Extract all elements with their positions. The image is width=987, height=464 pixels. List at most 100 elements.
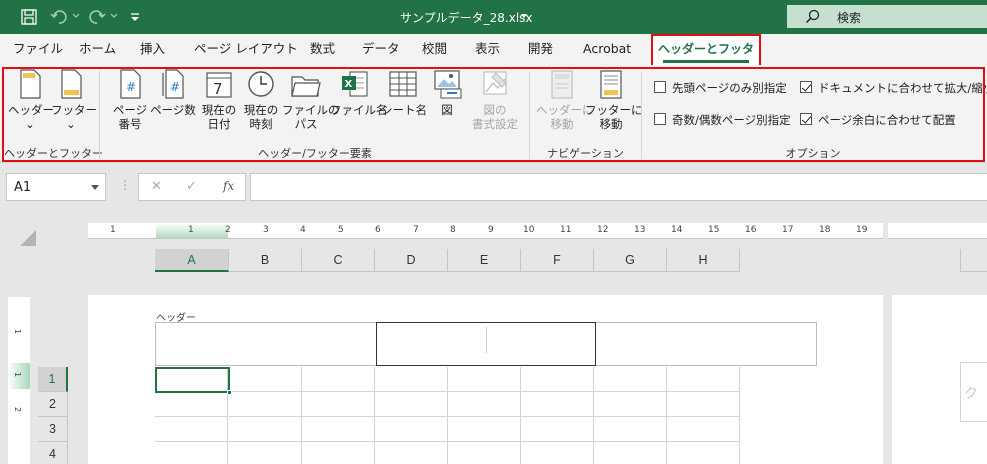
tab-data[interactable]: データ bbox=[362, 34, 400, 65]
tab-formulas[interactable]: 数式 bbox=[310, 34, 335, 65]
cell[interactable] bbox=[229, 417, 302, 442]
cell[interactable] bbox=[375, 442, 448, 464]
redo-dropdown-icon[interactable] bbox=[110, 12, 118, 20]
tab-acrobat[interactable]: Acrobat bbox=[583, 34, 631, 65]
current-time-button[interactable]: 現在の 時刻 bbox=[240, 69, 282, 131]
cell[interactable] bbox=[521, 417, 594, 442]
folder-icon bbox=[291, 76, 321, 97]
picture-button[interactable]: 図 bbox=[428, 69, 466, 117]
customize-toolbar-icon[interactable] bbox=[126, 8, 144, 26]
tab-view[interactable]: 表示 bbox=[475, 34, 500, 65]
column-header-b[interactable]: B bbox=[229, 249, 302, 272]
cell[interactable] bbox=[448, 367, 521, 392]
cell[interactable] bbox=[302, 442, 375, 464]
cell[interactable] bbox=[594, 367, 667, 392]
goto-footer-button[interactable]: フッターに 移動 bbox=[585, 69, 643, 131]
page-count-button[interactable]: # ページ数 bbox=[150, 69, 196, 117]
cell[interactable] bbox=[594, 442, 667, 464]
cell[interactable] bbox=[594, 417, 667, 442]
cell[interactable] bbox=[521, 367, 594, 392]
row-header-3[interactable]: 3 bbox=[38, 417, 68, 442]
column-header-e[interactable]: E bbox=[448, 249, 521, 272]
cell[interactable] bbox=[667, 367, 740, 392]
cell[interactable] bbox=[375, 417, 448, 442]
row-header-2[interactable]: 2 bbox=[38, 392, 68, 417]
group-separator bbox=[641, 71, 642, 159]
column-header-g[interactable]: G bbox=[594, 249, 667, 272]
checkbox-scale-with-document[interactable] bbox=[800, 81, 812, 93]
cell[interactable] bbox=[375, 367, 448, 392]
cell[interactable] bbox=[302, 392, 375, 417]
cell[interactable] bbox=[521, 442, 594, 464]
column-header-a[interactable]: A bbox=[155, 249, 229, 272]
cancel-icon[interactable]: ✕ bbox=[151, 179, 162, 194]
format-picture-button[interactable]: 図の 書式設定 bbox=[470, 69, 520, 131]
cell[interactable] bbox=[448, 392, 521, 417]
fill-handle[interactable] bbox=[227, 390, 232, 395]
name-box-dropdown-icon[interactable] bbox=[91, 185, 99, 190]
cell[interactable] bbox=[594, 392, 667, 417]
cell[interactable] bbox=[229, 392, 302, 417]
header-right-section[interactable] bbox=[597, 323, 817, 365]
file-path-button[interactable]: ファイルの パス bbox=[282, 69, 340, 131]
picture-icon bbox=[434, 70, 462, 99]
header-left-section[interactable] bbox=[156, 323, 376, 365]
tab-review[interactable]: 校閲 bbox=[422, 34, 447, 65]
tab-file[interactable]: ファイル bbox=[13, 34, 63, 65]
cell[interactable] bbox=[667, 442, 740, 464]
cell[interactable] bbox=[229, 367, 302, 392]
tab-home[interactable]: ホーム bbox=[79, 34, 116, 65]
row-header-4[interactable]: 4 bbox=[38, 442, 68, 464]
column-header-f[interactable]: F bbox=[521, 249, 594, 272]
checkbox-first-page[interactable] bbox=[654, 81, 666, 93]
cell[interactable] bbox=[375, 392, 448, 417]
header-button[interactable]: ヘッダー ⌄ bbox=[8, 69, 54, 131]
formula-input[interactable] bbox=[250, 173, 987, 201]
checkbox-align-with-margins[interactable] bbox=[800, 113, 812, 125]
format-picture-label-1: 図の bbox=[483, 103, 507, 117]
title-dropdown-icon[interactable] bbox=[521, 14, 527, 18]
active-cell-a1[interactable] bbox=[155, 367, 232, 395]
column-header-c[interactable]: C bbox=[302, 249, 375, 272]
cell[interactable] bbox=[302, 367, 375, 392]
file-name-button[interactable]: X ファイル名 bbox=[330, 69, 388, 117]
cell[interactable] bbox=[302, 417, 375, 442]
cell[interactable] bbox=[448, 417, 521, 442]
column-header-d[interactable]: D bbox=[375, 249, 448, 272]
select-all-corner[interactable] bbox=[20, 230, 36, 246]
tab-page-layout[interactable]: ページ レイアウト bbox=[194, 34, 298, 65]
undo-dropdown-icon[interactable] bbox=[72, 12, 80, 20]
ruler-number: 16 bbox=[745, 225, 757, 235]
ruler-number: 9 bbox=[488, 225, 494, 235]
checkbox-odd-even[interactable] bbox=[654, 113, 666, 125]
tab-header-footer[interactable]: ヘッダーとフッター bbox=[651, 34, 761, 83]
save-icon[interactable] bbox=[20, 8, 38, 26]
formula-bar-handle[interactable]: ⋮ bbox=[119, 178, 131, 192]
header-center-section[interactable] bbox=[376, 322, 596, 366]
cell[interactable] bbox=[667, 417, 740, 442]
search-box[interactable]: 検索 bbox=[787, 5, 987, 28]
next-page-header-box[interactable]: ク bbox=[960, 362, 987, 422]
name-box[interactable]: A1 bbox=[6, 173, 106, 201]
cell[interactable] bbox=[155, 417, 228, 442]
goto-header-button[interactable]: ヘッダーに 移動 bbox=[536, 69, 594, 131]
cell[interactable] bbox=[448, 442, 521, 464]
cell[interactable] bbox=[155, 392, 228, 417]
cell[interactable] bbox=[229, 442, 302, 464]
cell[interactable] bbox=[667, 392, 740, 417]
insert-function-icon[interactable]: fx bbox=[223, 179, 234, 193]
footer-button[interactable]: フッター ⌄ bbox=[51, 69, 97, 131]
tab-insert[interactable]: 挿入 bbox=[140, 34, 165, 65]
cell[interactable] bbox=[155, 442, 228, 464]
sheet-name-button[interactable]: シート名 bbox=[381, 69, 427, 117]
cell[interactable] bbox=[521, 392, 594, 417]
tab-developer[interactable]: 開発 bbox=[528, 34, 553, 65]
redo-icon[interactable] bbox=[88, 8, 106, 26]
current-date-button[interactable]: 7 現在の 日付 bbox=[198, 69, 240, 131]
row-header-1[interactable]: 1 bbox=[38, 367, 68, 392]
column-header-h[interactable]: H bbox=[667, 249, 740, 272]
enter-icon[interactable]: ✓ bbox=[186, 179, 197, 194]
page-number-button[interactable]: # ページ 番号 bbox=[110, 69, 150, 131]
undo-icon[interactable] bbox=[50, 8, 68, 26]
document-title[interactable]: サンプルデータ_28.xlsx bbox=[400, 9, 533, 26]
